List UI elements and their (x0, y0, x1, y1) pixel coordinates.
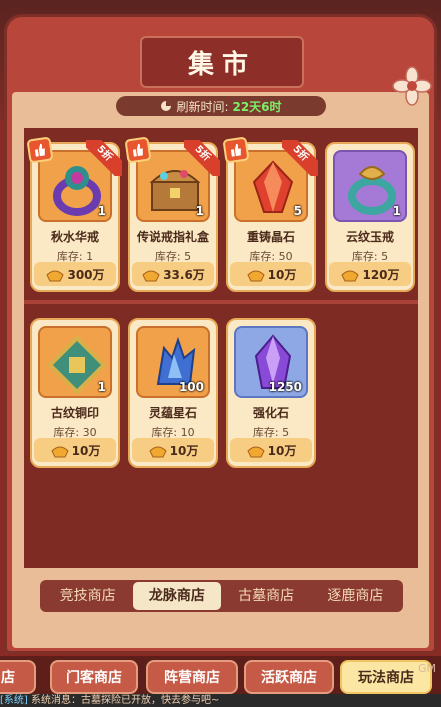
item-price[interactable]: 10万 (132, 438, 214, 462)
system-message-bar: [系统] 系统消息：古墓探险已开放，快去参与吧~ (0, 694, 441, 707)
item-name: 古纹铜印 (50, 406, 99, 420)
item-icon-box: 1 (38, 326, 112, 398)
refresh-time: 22天6时 (232, 99, 282, 114)
shop-tab-faction[interactable]: 阵营商店 (146, 660, 238, 694)
item-card[interactable]: 1 云纹玉戒 库存: 5 120万 (325, 142, 415, 292)
item-name: 重铸晶石 (246, 230, 295, 244)
tab-dragon-vein-shop[interactable]: 龙脉商店 (133, 582, 221, 610)
gm-label[interactable]: GM (418, 662, 436, 675)
message-text: 系统消息：古墓探险已开放，快去参与吧~ (31, 695, 220, 706)
gold-ingot-icon (149, 446, 167, 458)
item-name: 传说戒指礼盒 (136, 230, 209, 244)
item-quantity: 1250 (268, 380, 302, 394)
item-card[interactable]: 100 灵蕴星石 库存: 10 10万 (128, 318, 218, 468)
item-price[interactable]: 300万 (34, 262, 116, 286)
discount-badge: 5折 (282, 140, 318, 176)
item-price[interactable]: 10万 (230, 438, 312, 462)
gold-ingot-icon (51, 446, 69, 458)
gold-ingot-icon (46, 270, 65, 282)
item-icon-box: 100 (136, 326, 210, 398)
item-card[interactable]: 1 5折 秋水华戒 库存: 1 300万 (26, 136, 122, 292)
item-name: 秋水华戒 (50, 230, 99, 244)
item-icon-box: 1 (333, 150, 407, 222)
shop-category-tabs: 竞技商店 龙脉商店 古墓商店 逐鹿商店 (40, 580, 403, 612)
item-name: 云纹玉戒 (345, 230, 394, 244)
clock-icon (161, 101, 172, 111)
title-plate: 集市 (140, 36, 304, 88)
shelf-divider (24, 300, 418, 304)
item-quantity: 1 (97, 204, 106, 218)
item-price[interactable]: 33.6万 (132, 262, 214, 286)
tab-hunt-shop[interactable]: 逐鹿商店 (312, 582, 399, 610)
item-name: 灵蕴星石 (148, 406, 197, 420)
item-price[interactable]: 120万 (329, 262, 411, 286)
gold-ingot-icon (247, 446, 265, 458)
thumbs-up-icon (26, 136, 54, 164)
item-icon-box: 1250 (234, 326, 308, 398)
item-quantity: 5 (293, 204, 302, 218)
thumbs-up-icon (222, 136, 250, 164)
thumbs-up-icon (124, 136, 152, 164)
shop-tab-active[interactable]: 活跃商店 (244, 660, 334, 694)
item-card[interactable]: 5 5折 重铸晶石 库存: 50 10万 (222, 136, 318, 292)
item-quantity: 1 (392, 204, 401, 218)
shop-tab-retainer[interactable]: 门客商店 (50, 660, 138, 694)
message-tag: [系统] (0, 695, 28, 706)
item-name: 强化石 (252, 406, 289, 420)
tab-ancient-tomb-shop[interactable]: 古墓商店 (223, 582, 310, 610)
item-price[interactable]: 10万 (34, 438, 116, 462)
discount-badge: 5折 (184, 140, 220, 176)
refresh-timer: 刷新时间: 22天6时 (116, 96, 326, 116)
shop-tab-partial[interactable]: 店 (0, 660, 36, 694)
page-title: 集市 (187, 49, 256, 80)
gold-ingot-icon (247, 270, 265, 282)
gold-ingot-icon (142, 270, 160, 282)
item-quantity: 100 (178, 380, 204, 394)
item-card[interactable]: 1250 强化石 库存: 5 10万 (226, 318, 316, 468)
tab-arena-shop[interactable]: 竞技商店 (44, 582, 131, 610)
gold-ingot-icon (341, 270, 360, 282)
close-flower-icon[interactable] (392, 66, 432, 106)
item-quantity: 1 (195, 204, 204, 218)
item-card[interactable]: 1 5折 传说戒指礼盒 库存: 5 33.6万 (124, 136, 220, 292)
item-card[interactable]: 1 古纹铜印 库存: 30 10万 (30, 318, 120, 468)
item-quantity: 1 (97, 380, 106, 394)
refresh-label: 刷新时间: (176, 99, 229, 114)
discount-badge: 5折 (86, 140, 122, 176)
item-price[interactable]: 10万 (230, 262, 312, 286)
